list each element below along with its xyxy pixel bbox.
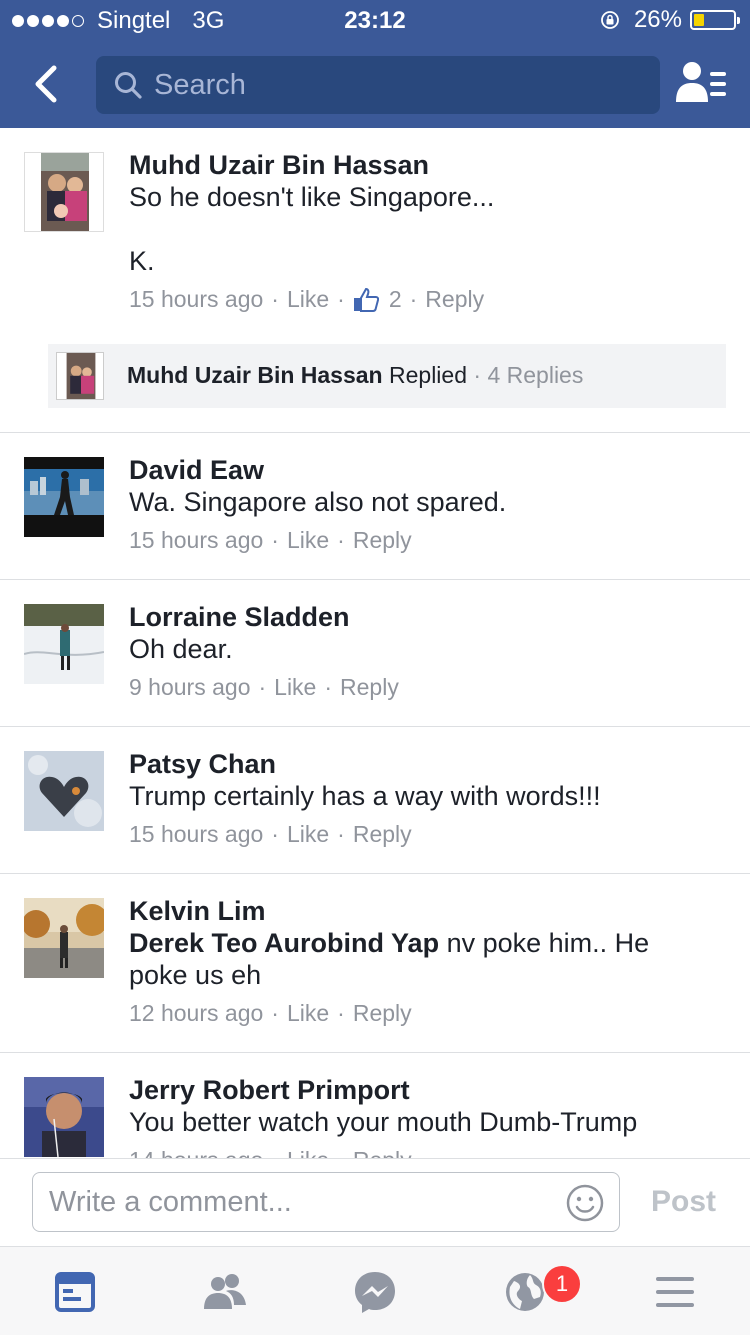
comment-time: 15 hours ago [129, 286, 264, 312]
reply-action: Replied [389, 362, 467, 388]
comment-time: 9 hours ago [129, 674, 251, 700]
battery-percent: 26% [633, 6, 682, 33]
comment-author[interactable]: Muhd Uzair Bin Hassan [129, 150, 429, 181]
reply-button[interactable]: Reply [353, 1147, 412, 1158]
comment-text: Oh dear. [129, 634, 233, 664]
notification-badge: 1 [542, 1264, 582, 1304]
comment-text: Wa. Singapore also not spared. [129, 487, 507, 517]
comment-author[interactable]: Jerry Robert Primport [129, 1075, 410, 1106]
search-icon [115, 72, 142, 99]
bottom-tab-bar: 1 [0, 1246, 750, 1335]
reply-count: 4 Replies [487, 362, 584, 388]
comment-text: So he doesn't like Singapore... [129, 182, 495, 212]
comment-text-line: K. [129, 246, 155, 276]
reply-button[interactable]: Reply [353, 1000, 412, 1027]
reply-author: Muhd Uzair Bin Hassan [127, 362, 383, 388]
comment-time: 14 hours ago [129, 1147, 263, 1158]
comment-item: Muhd Uzair Bin Hassan So he doesn't like… [0, 128, 750, 433]
avatar[interactable] [24, 457, 104, 537]
reply-button[interactable]: Reply [425, 286, 484, 313]
news-feed-icon[interactable] [50, 1267, 100, 1317]
comment-time: 15 hours ago [129, 527, 264, 553]
avatar[interactable] [24, 898, 104, 978]
friends-list-icon[interactable] [676, 60, 728, 106]
reply-button[interactable]: Reply [340, 674, 399, 701]
comment-item: Jerry Robert Primport You better watch y… [0, 1053, 750, 1158]
top-nav-bar: Search [0, 40, 750, 128]
replies-summary: Muhd Uzair Bin Hassan Replied · 4 Replie… [127, 362, 584, 388]
comment-meta: 12 hours ago · Like · Reply [129, 1000, 412, 1027]
comment-item: David Eaw Wa. Singapore also not spared.… [0, 433, 750, 580]
battery-icon [690, 10, 740, 30]
like-count: 2 [388, 286, 402, 312]
comment-composer: Write a comment... Post [0, 1158, 750, 1247]
friend-requests-icon[interactable] [200, 1267, 250, 1317]
tagged-users[interactable]: Derek Teo Aurobind Yap [129, 928, 439, 958]
comment-text: Trump certainly has a way with words!!! [129, 781, 601, 811]
thumbs-up-icon [353, 287, 379, 312]
like-button[interactable]: Like [287, 286, 329, 313]
comment-author[interactable]: Patsy Chan [129, 749, 276, 780]
reply-button[interactable]: Reply [353, 527, 412, 554]
comment-item: Kelvin Lim Derek Teo Aurobind Yap nv pok… [0, 874, 750, 1053]
comment-meta: 15 hours ago · Like · Reply [129, 821, 412, 848]
messenger-icon[interactable] [350, 1267, 400, 1317]
comment-text: You better watch your mouth Dumb-Trump [129, 1107, 638, 1137]
comment-item: Patsy Chan Trump certainly has a way wit… [0, 727, 750, 874]
comment-meta: 9 hours ago · Like · Reply [129, 674, 399, 701]
reply-avatar [56, 352, 104, 400]
emoji-icon[interactable] [565, 1183, 605, 1223]
reply-button[interactable]: Reply [353, 821, 412, 848]
comment-input[interactable]: Write a comment... [32, 1172, 620, 1232]
notifications-globe-icon[interactable] [500, 1267, 550, 1317]
like-button[interactable]: Like [287, 1147, 329, 1158]
like-button[interactable]: Like [287, 527, 329, 554]
search-input[interactable]: Search [96, 56, 660, 114]
post-button[interactable]: Post [651, 1185, 716, 1219]
comment-item: Lorraine Sladden Oh dear. 9 hours ago · … [0, 580, 750, 727]
back-chevron-icon[interactable] [26, 62, 70, 106]
like-button[interactable]: Like [274, 674, 316, 701]
comment-meta: 14 hours ago · Like · Reply [129, 1147, 412, 1158]
avatar[interactable] [24, 604, 104, 684]
comments-list: Muhd Uzair Bin Hassan So he doesn't like… [0, 128, 750, 1158]
like-button[interactable]: Like [287, 1000, 329, 1027]
status-right: 26% [600, 6, 740, 34]
comment-text: Derek Teo Aurobind Yap nv poke him.. He … [129, 927, 709, 991]
rotation-lock-icon [601, 11, 619, 29]
view-replies-bar[interactable]: Muhd Uzair Bin Hassan Replied · 4 Replie… [48, 344, 726, 408]
menu-icon[interactable] [650, 1267, 700, 1317]
search-placeholder: Search [154, 69, 246, 101]
comment-time: 15 hours ago [129, 821, 264, 847]
like-button[interactable]: Like [287, 821, 329, 848]
status-bar: Singtel 3G 23:12 26% [0, 0, 750, 40]
avatar[interactable] [24, 751, 104, 831]
avatar[interactable] [24, 1077, 104, 1157]
comment-meta: 15 hours ago · Like · 2 · Reply [129, 286, 485, 313]
comment-author[interactable]: Lorraine Sladden [129, 602, 350, 633]
avatar[interactable] [24, 152, 104, 232]
comment-author[interactable]: Kelvin Lim [129, 896, 266, 927]
comment-author[interactable]: David Eaw [129, 455, 264, 486]
comment-time: 12 hours ago [129, 1000, 264, 1026]
comment-placeholder: Write a comment... [49, 1186, 292, 1218]
comment-meta: 15 hours ago · Like · Reply [129, 527, 412, 554]
